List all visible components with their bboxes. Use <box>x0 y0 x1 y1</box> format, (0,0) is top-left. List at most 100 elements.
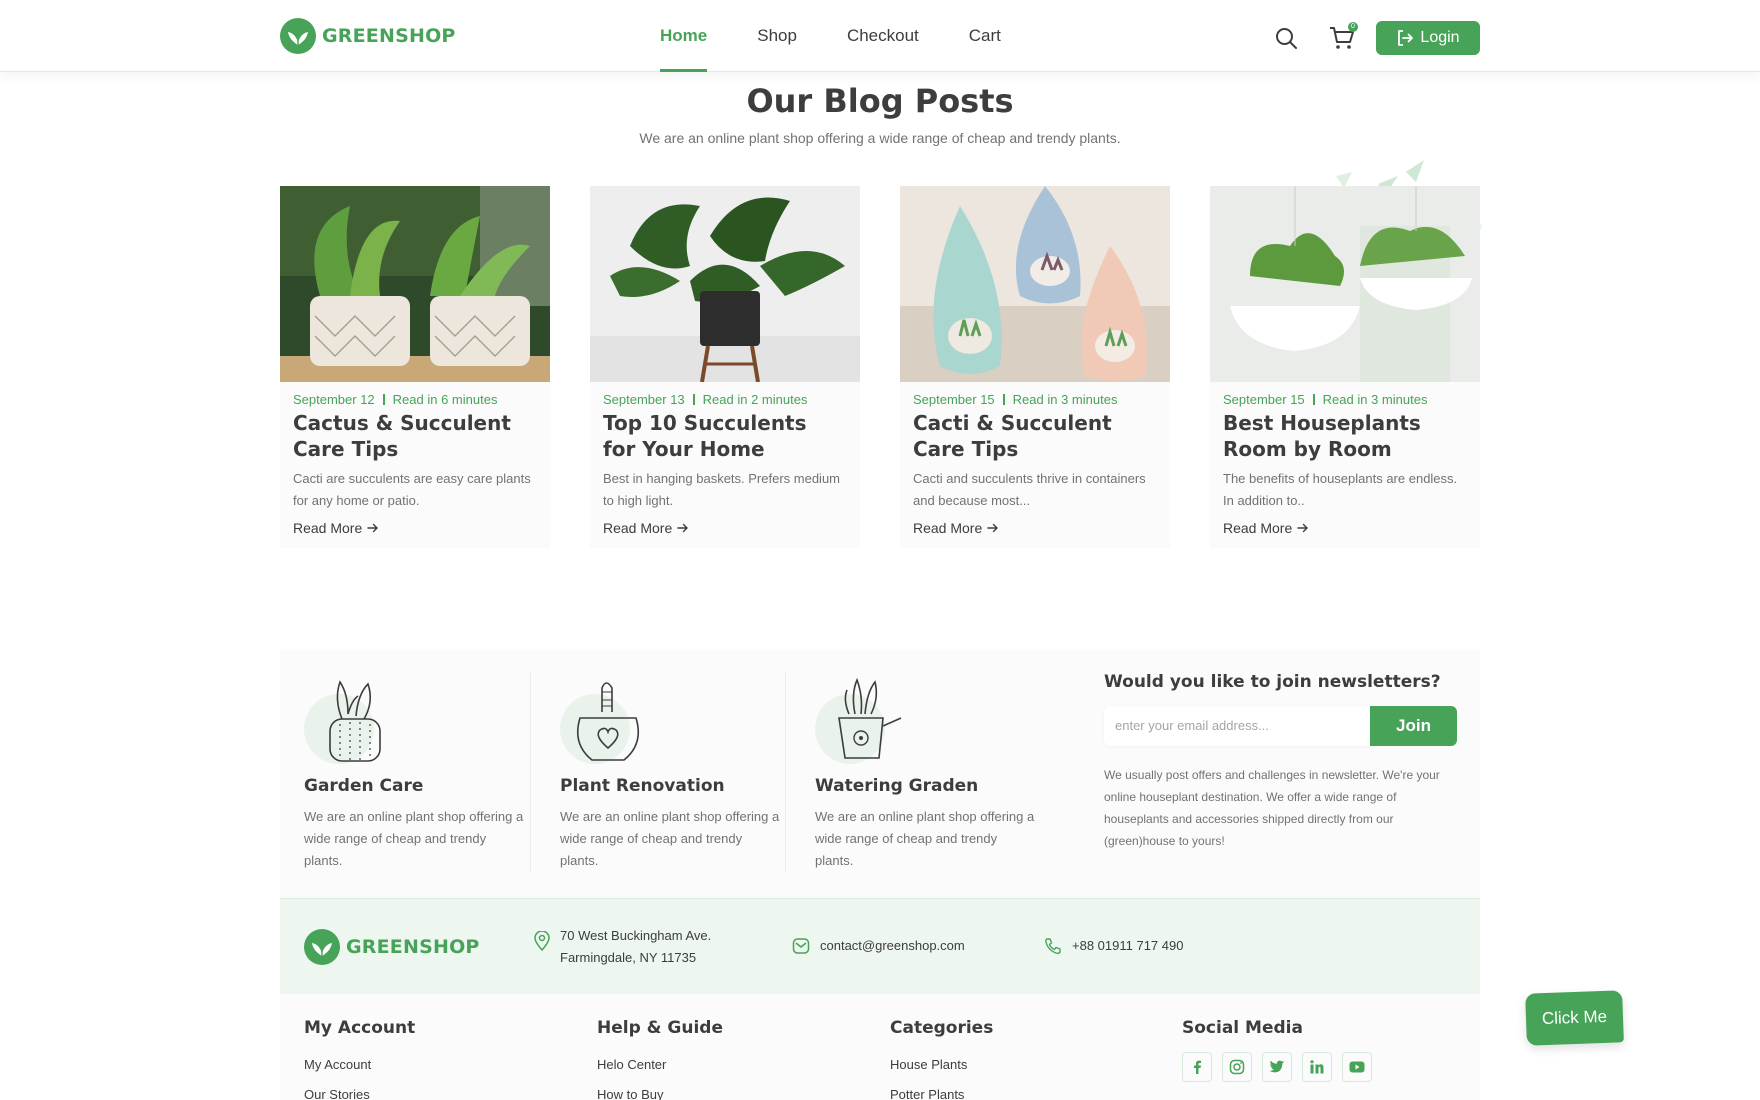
blog-image-monstera[interactable] <box>590 186 860 382</box>
arrow-right-icon <box>367 523 379 533</box>
contact-phone[interactable]: +88 01911 717 490 <box>1044 935 1183 957</box>
newsletter-email-input[interactable]: enter your email address... <box>1104 706 1370 746</box>
read-more-label: Read More <box>1223 520 1293 536</box>
newsletter: Would you like to join newsletters? ente… <box>1104 672 1464 852</box>
blog-meta: September 15 Read in 3 minutes <box>913 392 1117 407</box>
footer-link[interactable]: Potter Plants <box>890 1080 993 1100</box>
read-more-link[interactable]: Read More <box>603 520 689 536</box>
blog-post-title[interactable]: Top 10 Succulents for Your Home <box>603 410 833 462</box>
feature-plant-renovation: Plant Renovation We are an online plant … <box>560 674 790 872</box>
phone-text: +88 01911 717 490 <box>1072 938 1184 953</box>
watering-can-plant-icon <box>815 674 905 764</box>
feature-title: Garden Care <box>304 776 424 796</box>
meta-separator <box>692 394 695 405</box>
feature-title: Watering Graden <box>815 776 979 796</box>
blog-meta: September 13 Read in 2 minutes <box>603 392 807 407</box>
leaf-logo-icon <box>304 929 340 965</box>
feature-watering-garden: Watering Graden We are an online plant s… <box>815 674 1045 872</box>
read-more-label: Read More <box>913 520 983 536</box>
address-line-2: Farmingdale, NY 11735 <box>560 950 697 965</box>
newsletter-form: enter your email address... Join <box>1104 706 1457 746</box>
phone-icon <box>1045 938 1061 955</box>
footer-link[interactable]: Helo Center <box>597 1050 723 1080</box>
blog-card[interactable]: September 12 Read in 6 minutes Cactus & … <box>280 186 550 548</box>
read-more-link[interactable]: Read More <box>913 520 999 536</box>
footer-brand-logo[interactable]: GREENSHOP <box>304 929 480 965</box>
brand-logo[interactable]: GREENSHOP <box>280 18 456 54</box>
leaf-logo-icon <box>280 18 316 54</box>
cart-icon[interactable]: 0 <box>1328 22 1358 52</box>
contact-email[interactable]: contact@greenshop.com <box>792 935 965 957</box>
email-text: contact@greenshop.com <box>820 938 965 953</box>
blog-post-excerpt: The benefits of houseplants are endless.… <box>1223 471 1458 508</box>
cart-count-badge: 0 <box>1348 22 1358 32</box>
blog-post-title[interactable]: Cacti & Succulent Care Tips <box>913 410 1143 462</box>
blog-date: September 12 <box>293 392 375 407</box>
meta-separator <box>1312 394 1315 405</box>
blog-post-title[interactable]: Best Houseplants Room by Room <box>1223 410 1453 462</box>
blog-read-time: Read in 3 minutes <box>1012 392 1118 407</box>
footer-link[interactable]: Our Stories <box>304 1080 415 1100</box>
contact-band: GREENSHOP 70 West Buckingham Ave. Farmin… <box>280 898 1480 994</box>
twitter-icon[interactable] <box>1262 1052 1292 1082</box>
login-label: Login <box>1420 29 1460 46</box>
facebook-icon[interactable] <box>1182 1052 1212 1082</box>
social-title: Social Media <box>1182 1018 1303 1038</box>
youtube-icon[interactable] <box>1342 1052 1372 1082</box>
footer-column-help: Help & Guide Helo Center How to Buy <box>597 1018 723 1100</box>
blog-read-time: Read in 6 minutes <box>392 392 498 407</box>
click-me-button[interactable]: Click Me <box>1525 990 1624 1046</box>
read-more-label: Read More <box>293 520 363 536</box>
heart-pot-icon <box>560 674 650 764</box>
mail-icon <box>792 938 810 954</box>
feature-title: Plant Renovation <box>560 776 725 796</box>
feature-desc: We are an online plant shop offering a w… <box>560 809 780 868</box>
blog-post-title[interactable]: Cactus & Succulent Care Tips <box>293 410 523 462</box>
footer-column-title: Help & Guide <box>597 1018 723 1038</box>
feature-divider <box>530 672 531 872</box>
footer-links: My Account My Account Our Stories Help &… <box>280 994 1480 1100</box>
footer-column-categories: Categories House Plants Potter Plants <box>890 1018 993 1100</box>
nav-shop[interactable]: Shop <box>757 0 797 72</box>
login-button[interactable]: Login <box>1376 21 1480 55</box>
blog-date: September 15 <box>913 392 995 407</box>
join-button[interactable]: Join <box>1370 706 1457 746</box>
nav-cart[interactable]: Cart <box>969 0 1001 72</box>
search-icon[interactable] <box>1274 26 1298 50</box>
nav-checkout[interactable]: Checkout <box>847 0 919 72</box>
contact-address: 70 West Buckingham Ave. Farmingdale, NY … <box>534 925 711 969</box>
blog-title: Our Blog Posts <box>746 82 1014 120</box>
blog-post-excerpt: Cacti and succulents thrive in container… <box>913 471 1146 508</box>
footer-column-title: My Account <box>304 1018 416 1038</box>
linkedin-icon[interactable] <box>1302 1052 1332 1082</box>
blog-card[interactable]: September 15 Read in 3 minutes Best Hous… <box>1210 186 1480 548</box>
meta-separator <box>382 394 385 405</box>
feature-divider <box>785 672 786 872</box>
social-icons <box>1182 1052 1372 1082</box>
blog-subtitle: We are an online plant shop offering a w… <box>639 130 1121 146</box>
footer-link[interactable]: My Account <box>304 1050 415 1080</box>
read-more-link[interactable]: Read More <box>1223 520 1309 536</box>
footer-link[interactable]: House Plants <box>890 1050 993 1080</box>
instagram-icon[interactable] <box>1222 1052 1252 1082</box>
blog-image-hanging-bowls[interactable] <box>1210 186 1480 382</box>
blog-read-time: Read in 2 minutes <box>702 392 808 407</box>
arrow-right-icon <box>1297 523 1309 533</box>
blog-post-excerpt: Cacti are succulents are easy care plant… <box>293 471 531 508</box>
nav-home[interactable]: Home <box>660 0 708 72</box>
site-header: GREENSHOP Home Shop Checkout Cart 0 Logi… <box>0 0 1760 72</box>
location-pin-icon <box>534 931 550 951</box>
footer-column-social: Social Media <box>1182 1018 1372 1082</box>
blog-card[interactable]: September 15 Read in 3 minutes Cacti & S… <box>900 186 1170 548</box>
blog-image-potted-plants[interactable] <box>280 186 550 382</box>
blog-card[interactable]: September 13 Read in 2 minutes Top 10 Su… <box>590 186 860 548</box>
footer-column-title: Categories <box>890 1018 994 1038</box>
blog-date: September 13 <box>603 392 685 407</box>
blog-image-hanging-succulents[interactable] <box>900 186 1170 382</box>
features-section: Garden Care We are an online plant shop … <box>280 650 1480 898</box>
read-more-link[interactable]: Read More <box>293 520 379 536</box>
footer-column-my-account: My Account My Account Our Stories <box>304 1018 415 1100</box>
blog-post-excerpt: Best in hanging baskets. Prefers medium … <box>603 471 841 508</box>
feature-desc: We are an online plant shop offering a w… <box>304 809 524 868</box>
footer-link[interactable]: How to Buy <box>597 1080 723 1100</box>
